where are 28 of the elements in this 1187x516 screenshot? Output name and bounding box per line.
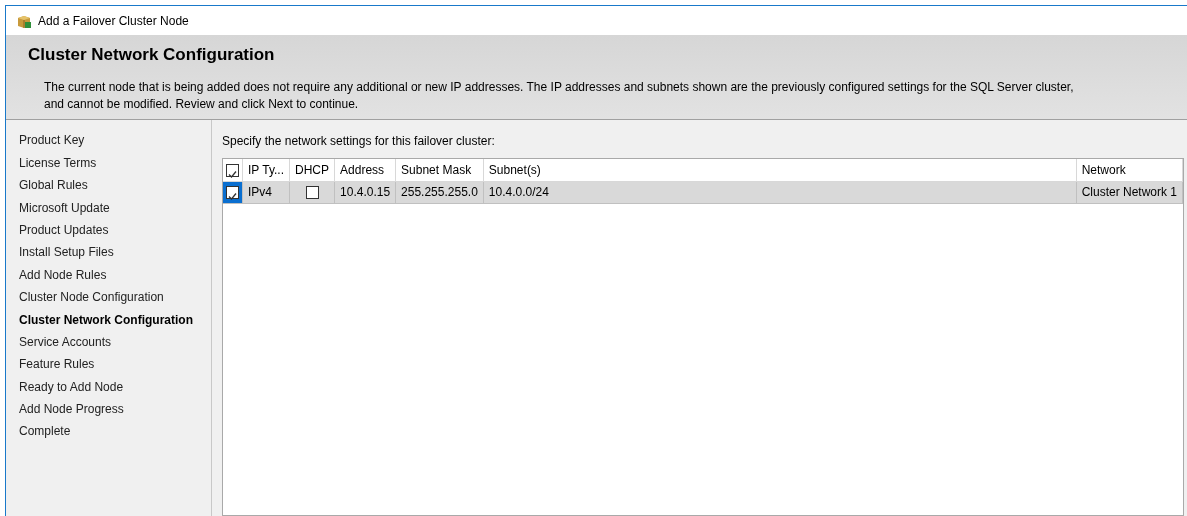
step-item[interactable]: Product Key — [19, 131, 211, 154]
instruction-text: Specify the network settings for this failover cluster: — [222, 133, 496, 151]
checkbox[interactable] — [226, 185, 239, 199]
step-item[interactable]: Cluster Node Configuration — [19, 288, 211, 311]
step-item[interactable]: Complete — [19, 422, 211, 445]
column-header[interactable]: DHCP — [289, 159, 335, 182]
step-item[interactable]: Product Updates — [19, 220, 211, 244]
checkbox[interactable] — [226, 163, 239, 177]
step-item[interactable]: Microsoft Update — [19, 198, 211, 221]
table-cell: 10.4.0.0/24 — [483, 181, 1077, 204]
column-header[interactable]: Network — [1076, 159, 1183, 182]
step-item[interactable]: Cluster Network Configuration — [19, 310, 211, 333]
step-item[interactable]: Global Rules — [19, 176, 211, 199]
step-item[interactable]: Ready to Add Node — [19, 377, 211, 401]
column-header[interactable]: Address — [334, 159, 396, 182]
step-item[interactable]: Service Accounts — [19, 332, 211, 356]
column-header[interactable]: Subnet(s) — [483, 159, 1077, 182]
description: The current node that is being added does not require any additional or new IP addresses. The IP addresses and subnets shown are the previously configured settings for the SQL Server cluster, and cannot be modified. Review and click Next to continue. — [44, 79, 1074, 114]
checkbox[interactable] — [305, 185, 319, 199]
column-header[interactable]: IP Ty... — [242, 159, 290, 182]
step-item[interactable]: Feature Rules — [19, 355, 211, 378]
step-item[interactable]: Install Setup Files — [19, 243, 211, 266]
step-item[interactable]: License Terms — [19, 153, 211, 177]
page-title: Cluster Network Configuration — [28, 45, 276, 66]
step-item[interactable]: Add Node Progress — [19, 400, 211, 423]
step-item[interactable]: Add Node Rules — [19, 265, 211, 289]
window-title: Add a Failover Cluster Node — [38, 12, 189, 30]
column-header[interactable]: Subnet Mask — [395, 159, 484, 182]
